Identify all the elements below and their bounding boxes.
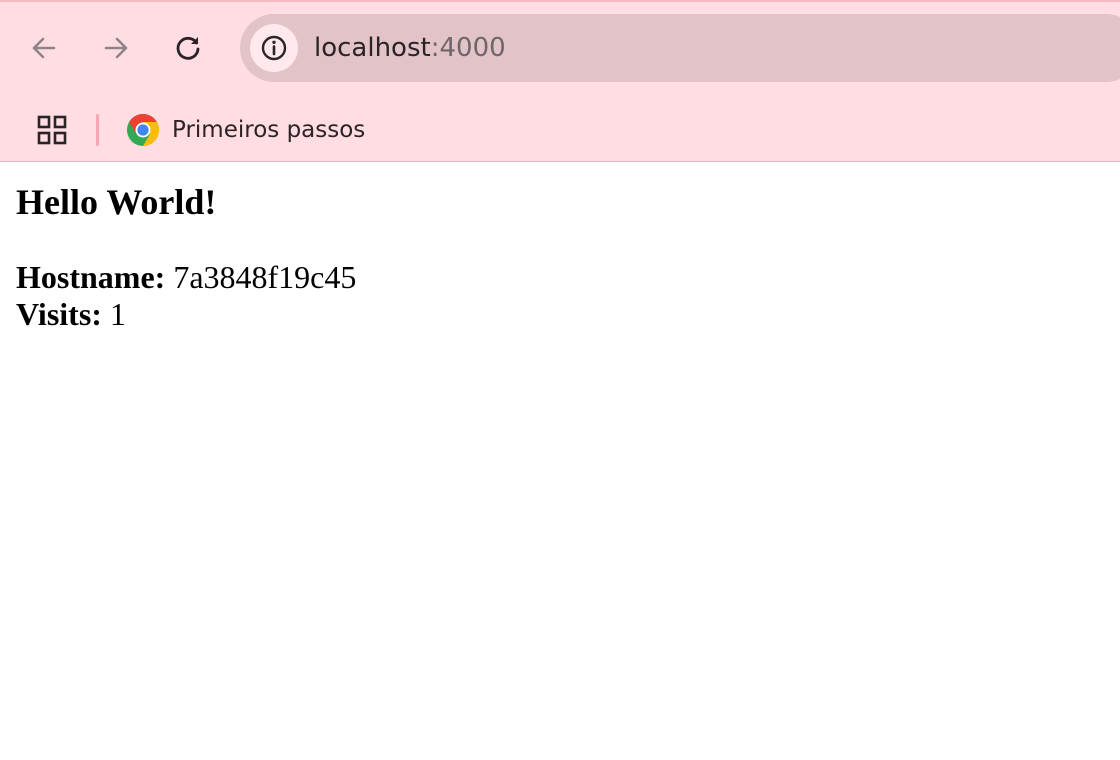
- back-button[interactable]: [24, 28, 64, 68]
- hostname-row: Hostname: 7a3848f19c45: [16, 259, 1106, 296]
- page-content: Hello World! Hostname: 7a3848f19c45 Visi…: [16, 163, 1106, 333]
- browser-toolbar: localhost:4000 Primeiros passos: [0, 0, 1120, 162]
- bookmarks-bar: Primeiros passos: [0, 98, 1120, 162]
- reload-icon: [176, 36, 200, 60]
- url-text[interactable]: localhost:4000: [314, 32, 506, 64]
- site-info-button[interactable]: [250, 24, 298, 72]
- bookmarks-divider: [96, 114, 99, 146]
- bookmark-label: Primeiros passos: [172, 117, 366, 143]
- info-icon: [261, 35, 287, 61]
- visits-row: Visits: 1: [16, 296, 1106, 333]
- visits-value: 1: [109, 296, 126, 332]
- info-block: Hostname: 7a3848f19c45 Visits: 1: [16, 259, 1106, 333]
- apps-button[interactable]: [34, 112, 70, 148]
- visits-label: Visits:: [16, 296, 102, 332]
- page-heading: Hello World!: [16, 182, 217, 222]
- address-bar[interactable]: localhost:4000: [240, 14, 1120, 82]
- chrome-icon: [127, 113, 160, 147]
- url-host: localhost: [314, 33, 431, 63]
- arrow-left-icon: [32, 37, 56, 59]
- arrow-right-icon: [104, 37, 128, 59]
- forward-button[interactable]: [96, 28, 136, 68]
- hostname-value: 7a3848f19c45: [173, 259, 357, 295]
- url-port: :4000: [430, 33, 506, 63]
- reload-button[interactable]: [168, 28, 208, 68]
- hostname-label: Hostname:: [16, 259, 166, 295]
- apps-grid-icon: [37, 115, 67, 145]
- bookmark-primeiros-passos[interactable]: Primeiros passos: [126, 112, 365, 148]
